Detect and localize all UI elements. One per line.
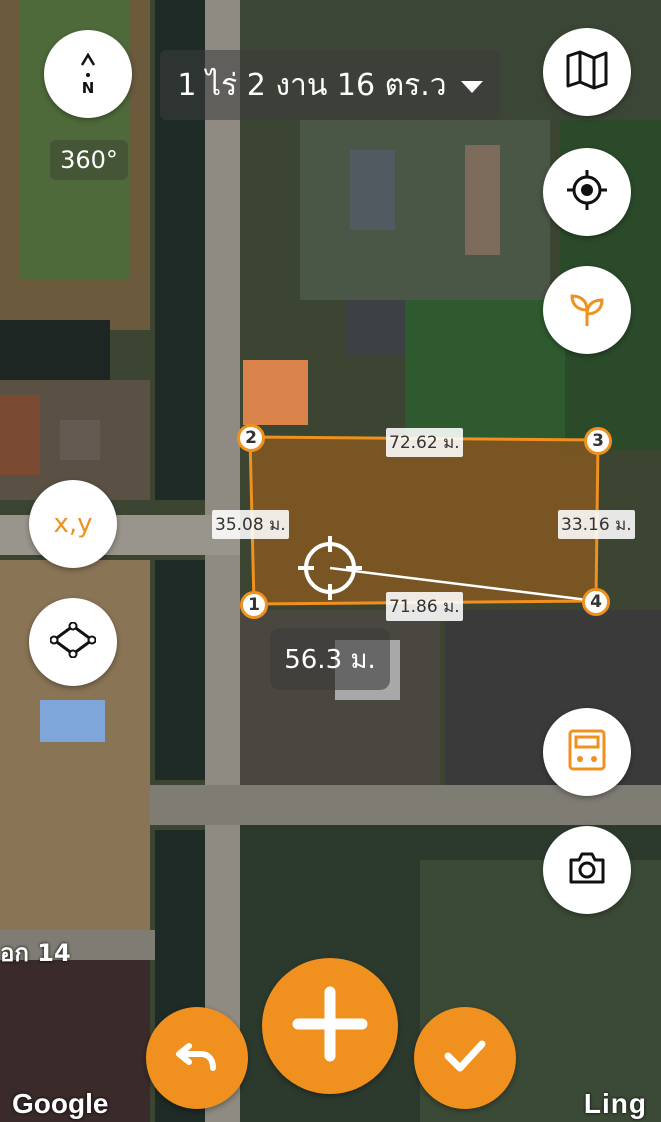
edge-label-right: 33.16 ม. (558, 510, 635, 539)
map-layers-button[interactable] (543, 28, 631, 116)
google-attribution: Google (12, 1088, 109, 1119)
camera-icon (567, 850, 607, 890)
add-point-button[interactable] (262, 958, 398, 1094)
coordinates-button[interactable]: x,y (29, 480, 117, 568)
undo-button[interactable] (146, 1007, 248, 1109)
target-crosshair-icon (296, 534, 364, 602)
plant-button[interactable] (543, 266, 631, 354)
edge-label-top: 72.62 ม. (386, 428, 463, 457)
compass-dot (86, 72, 90, 77)
vertex-4[interactable]: 4 (582, 588, 610, 616)
vertex-1[interactable]: 1 (240, 591, 268, 619)
brand-watermark: Ling (583, 1088, 647, 1119)
distance-value: 56.3 ม. (284, 644, 376, 675)
compass-arrow-icon (80, 52, 96, 71)
plus-icon (292, 986, 368, 1066)
confirm-button[interactable] (414, 1007, 516, 1109)
area-dropdown[interactable]: 1 ไร่ 2 งาน 16 ตร.ว (160, 50, 500, 120)
area-label: 1 ไร่ 2 งาน 16 ตร.ว (177, 67, 447, 103)
undo-icon (175, 1036, 219, 1080)
crosshair-icon (565, 168, 609, 216)
vertex-3[interactable]: 3 (584, 427, 612, 455)
map-icon (565, 50, 609, 94)
heading-readout: 360° (50, 140, 128, 180)
edge-label-left: 35.08 ม. (212, 510, 289, 539)
vertex-2[interactable]: 2 (237, 424, 265, 452)
check-icon (442, 1038, 488, 1078)
calculator-icon (567, 728, 607, 776)
distance-readout: 56.3 ม. (270, 628, 390, 690)
camera-button[interactable] (543, 826, 631, 914)
polygon-tool-button[interactable] (29, 598, 117, 686)
compass-north-label: N (81, 78, 95, 97)
road-label: อก 14 (0, 939, 71, 967)
edge-label-bottom: 71.86 ม. (386, 592, 463, 621)
calculator-button[interactable] (543, 708, 631, 796)
locate-button[interactable] (543, 148, 631, 236)
compass-button[interactable]: N (44, 30, 132, 118)
chevron-down-icon (460, 68, 483, 103)
coordinates-label: x,y (53, 509, 93, 539)
polygon-icon (49, 621, 97, 662)
sprout-icon (567, 288, 607, 332)
